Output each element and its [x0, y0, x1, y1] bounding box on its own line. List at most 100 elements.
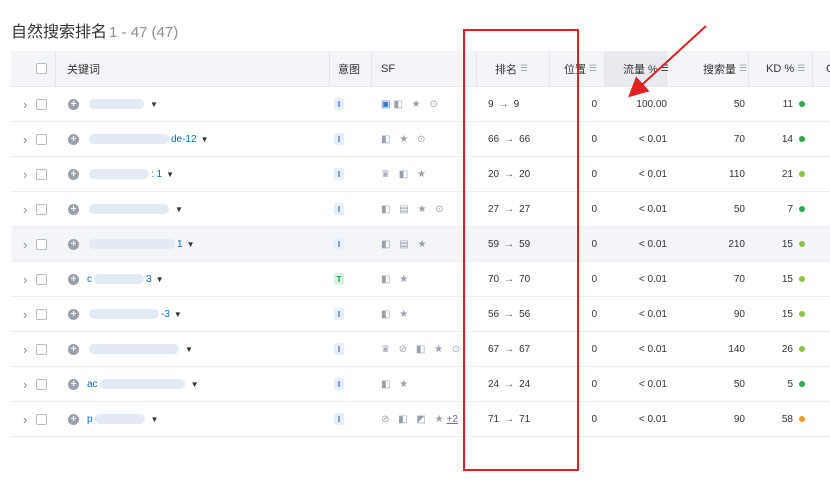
add-keyword-icon[interactable]: + [68, 98, 79, 110]
col-sf[interactable]: SF [381, 51, 395, 86]
sort-icon: ☰ [739, 63, 748, 73]
add-keyword-icon[interactable]: + [68, 343, 79, 355]
dropdown-caret-icon[interactable]: ▼ [185, 345, 193, 354]
row-checkbox[interactable] [36, 133, 47, 145]
kd-difficulty-dot [799, 241, 805, 247]
row-checkbox[interactable] [36, 413, 47, 425]
expand-chevron-icon[interactable]: › [23, 412, 27, 427]
kd-value: 5 [771, 367, 805, 401]
traffic-value: < 0.01 [638, 273, 667, 285]
row-checkbox[interactable] [36, 238, 47, 250]
add-keyword-icon[interactable]: + [68, 413, 79, 425]
blurred-keyword [89, 99, 144, 109]
kd-value: 26 [771, 332, 805, 366]
keyword-link[interactable]: : 1 ▼ [87, 157, 174, 191]
expand-chevron-icon[interactable]: › [23, 342, 27, 357]
expand-chevron-icon[interactable]: › [23, 272, 27, 287]
table-row[interactable]: › +: 1 ▼ I ♛ ◧ ★ 20 → 20 0 < 0.01 110 21 [11, 157, 830, 192]
dropdown-caret-icon[interactable]: ▼ [156, 275, 164, 284]
dropdown-caret-icon[interactable]: ▼ [166, 170, 174, 179]
intent-badge: I [334, 203, 344, 215]
volume-value: 110 [729, 168, 745, 180]
add-keyword-icon[interactable]: + [68, 308, 79, 320]
expand-chevron-icon[interactable]: › [23, 237, 27, 252]
blurred-keyword [89, 344, 179, 354]
sort-icon: ☰ [589, 63, 598, 73]
kd-difficulty-dot [799, 346, 805, 352]
table-row[interactable]: › + p ▼ I ⊘ ◧ ◩ ★ +2 71 → 71 0 < 0.01 90 58 [11, 402, 830, 437]
select-all-checkbox[interactable] [36, 63, 47, 74]
table-row[interactable]: › + -3 ▼ I ◧ ★ 56 → 56 0 < 0.01 90 15 [11, 297, 830, 332]
add-keyword-icon[interactable]: + [68, 273, 79, 285]
blurred-keyword [94, 274, 144, 284]
keyword-link[interactable]: 1 ▼ [87, 227, 194, 261]
expand-chevron-icon[interactable]: › [23, 167, 27, 182]
dropdown-caret-icon[interactable]: ▼ [175, 205, 183, 214]
keyword-link[interactable]: p ▼ [87, 402, 158, 436]
row-checkbox[interactable] [36, 168, 47, 180]
kd-difficulty-dot [799, 311, 805, 317]
traffic-value: < 0.01 [638, 378, 667, 390]
dropdown-caret-icon[interactable]: ▼ [151, 415, 159, 424]
table-row[interactable]: › + de-12 ▼ I ◧ ★ ⊙ 66 → 66 0 < 0.01 70 14 [11, 122, 830, 157]
row-checkbox[interactable] [36, 273, 47, 285]
intent-badge: I [334, 343, 344, 355]
serp-features-icons: ♛ ◧ ★ [381, 168, 429, 180]
add-keyword-icon[interactable]: + [68, 133, 79, 145]
col-keyword[interactable]: 关键词 [67, 51, 100, 86]
expand-chevron-icon[interactable]: › [23, 307, 27, 322]
table-row[interactable]: › + ▼ I ◧ ▤ ★ ⊙ 27 → 27 0 < 0.01 50 7 [11, 192, 830, 227]
expand-chevron-icon[interactable]: › [23, 132, 27, 147]
kd-value: 11 [771, 87, 805, 121]
add-keyword-icon[interactable]: + [68, 378, 79, 390]
dropdown-caret-icon[interactable]: ▼ [191, 380, 199, 389]
volume-value: 70 [733, 133, 745, 145]
serp-features-icons: ▣ ◧ ★ ⊙ [381, 98, 441, 110]
col-extra[interactable]: C [826, 51, 830, 86]
traffic-value: < 0.01 [638, 413, 667, 425]
intent-badge: I [334, 413, 344, 425]
kd-value: 14 [771, 122, 805, 156]
table-row[interactable]: › + ▼ I ♛ ⊘ ◧ ★ ⊙ 67 → 67 0 < 0.01 140 26 [11, 332, 830, 367]
col-volume[interactable]: 搜索量 ☰ [703, 51, 747, 86]
add-keyword-icon[interactable]: + [68, 203, 79, 215]
dropdown-caret-icon[interactable]: ▼ [187, 240, 195, 249]
volume-value: 70 [733, 273, 745, 285]
row-checkbox[interactable] [36, 98, 47, 110]
expand-chevron-icon[interactable]: › [23, 377, 27, 392]
intent-badge: I [334, 168, 344, 180]
table-row[interactable]: › +1 ▼ I ◧ ▤ ★ 59 → 59 0 < 0.01 210 15 [11, 227, 830, 262]
dropdown-caret-icon[interactable]: ▼ [174, 310, 182, 319]
keyword-link[interactable]: ▼ [87, 87, 158, 121]
blurred-keyword [94, 414, 145, 424]
row-checkbox[interactable] [36, 203, 47, 215]
keyword-link[interactable]: -3 ▼ [87, 297, 182, 331]
col-intent[interactable]: 意图 [338, 51, 360, 86]
intent-badge: I [334, 308, 344, 320]
table-row[interactable]: › + c 3 ▼ T ◧ ★ 70 → 70 0 < 0.01 70 15 [11, 262, 830, 297]
sf-more-link[interactable]: +2 [447, 414, 458, 425]
col-kd[interactable]: KD % ☰ [766, 51, 805, 86]
traffic-value: < 0.01 [638, 133, 667, 145]
table-row[interactable]: › + ac ▼ I ◧ ★ 24 → 24 0 < 0.01 50 5 [11, 367, 830, 402]
col-traffic[interactable]: 流量 % ☰ [623, 51, 669, 86]
kd-value: 15 [771, 227, 805, 261]
dropdown-caret-icon[interactable]: ▼ [201, 135, 209, 144]
keyword-link[interactable]: ▼ [87, 332, 193, 366]
row-checkbox[interactable] [36, 308, 47, 320]
traffic-value: < 0.01 [638, 168, 667, 180]
keyword-link[interactable]: ac ▼ [87, 367, 198, 401]
keyword-link[interactable]: ▼ [87, 192, 183, 226]
dropdown-caret-icon[interactable]: ▼ [150, 100, 158, 109]
volume-value: 50 [733, 378, 745, 390]
add-keyword-icon[interactable]: + [68, 168, 79, 180]
expand-chevron-icon[interactable]: › [23, 202, 27, 217]
keyword-link[interactable]: c 3 ▼ [87, 262, 163, 296]
table-row[interactable]: › + ▼ I ▣ ◧ ★ ⊙ 9 → 9 0 100.00 50 11 [11, 87, 830, 122]
row-checkbox[interactable] [36, 378, 47, 390]
add-keyword-icon[interactable]: + [68, 238, 79, 250]
row-checkbox[interactable] [36, 343, 47, 355]
expand-chevron-icon[interactable]: › [23, 97, 27, 112]
keyword-link[interactable]: de-12 ▼ [87, 122, 209, 156]
kd-difficulty-dot [799, 381, 805, 387]
